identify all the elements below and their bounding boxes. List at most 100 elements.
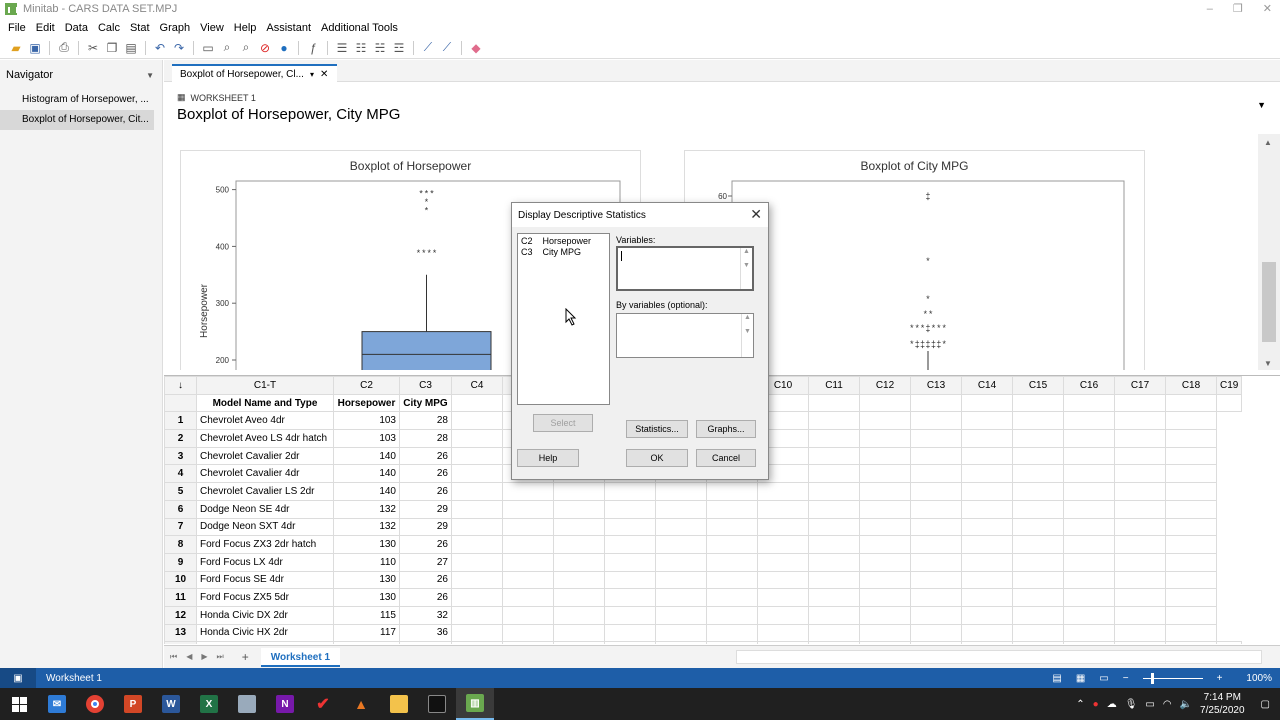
empty-cell[interactable] <box>604 623 656 643</box>
empty-cell[interactable] <box>757 499 809 519</box>
empty-cell[interactable] <box>757 588 809 607</box>
scroll-down-icon[interactable]: ▼ <box>1264 359 1272 368</box>
row-header[interactable]: 11 <box>164 588 197 607</box>
empty-cell[interactable] <box>706 641 758 644</box>
empty-cell[interactable] <box>1063 429 1115 448</box>
column-header[interactable]: C1-T <box>196 376 334 395</box>
empty-cell[interactable] <box>604 570 656 590</box>
empty-cell[interactable] <box>1012 411 1064 431</box>
empty-cell[interactable] <box>1114 552 1166 572</box>
empty-cell[interactable] <box>1063 411 1115 431</box>
empty-cell[interactable] <box>910 429 962 448</box>
tab-dropdown-icon[interactable]: ▾ <box>310 70 314 79</box>
microphone-icon[interactable]: 🎙 <box>1125 699 1138 710</box>
empty-cell[interactable] <box>757 623 809 643</box>
city-mpg-cell[interactable]: 28 <box>399 411 452 431</box>
empty-cell[interactable] <box>1012 588 1064 607</box>
column-header[interactable]: C13 <box>910 376 962 395</box>
empty-cell[interactable] <box>910 499 962 519</box>
empty-cell[interactable] <box>706 499 758 519</box>
navigator-chevron-down-icon[interactable]: ▼ <box>146 71 154 80</box>
empty-cell[interactable] <box>1165 570 1217 590</box>
city-mpg-cell[interactable]: 27 <box>399 552 452 572</box>
empty-cell[interactable] <box>757 517 809 537</box>
help-button[interactable]: Help <box>517 449 579 467</box>
empty-cell[interactable] <box>757 552 809 572</box>
column-name-cell[interactable]: Model Name and Type <box>196 393 334 413</box>
model-name-cell[interactable]: Honda Civic HX 2dr <box>196 623 334 643</box>
horsepower-cell[interactable]: 130 <box>333 588 400 607</box>
empty-cell[interactable] <box>706 605 758 625</box>
empty-cell[interactable] <box>859 517 911 537</box>
formula-icon[interactable]: ƒ <box>305 40 321 56</box>
row-header[interactable]: 4 <box>164 464 197 484</box>
powerpoint-icon[interactable]: P <box>114 688 152 720</box>
empty-cell[interactable] <box>961 411 1013 431</box>
model-name-cell[interactable]: Chevrolet Aveo LS 4dr hatch <box>196 429 334 448</box>
output-collapse-icon[interactable]: ▼ <box>1257 100 1266 110</box>
menu-stat[interactable]: Stat <box>130 22 150 34</box>
terminal-icon[interactable] <box>418 688 456 720</box>
horsepower-cell[interactable]: 140 <box>333 464 400 484</box>
empty-cell[interactable] <box>451 429 503 448</box>
empty-cell[interactable] <box>1063 623 1115 643</box>
model-name-cell[interactable]: Chevrolet Cavalier LS 2dr <box>196 482 334 501</box>
horsepower-cell[interactable]: 130 <box>333 535 400 554</box>
row-header[interactable]: 7 <box>164 517 197 537</box>
empty-cell[interactable] <box>1165 517 1217 537</box>
empty-cell[interactable] <box>604 535 656 554</box>
row-header[interactable]: 3 <box>164 446 197 466</box>
empty-cell[interactable] <box>706 535 758 554</box>
empty-cell[interactable] <box>910 552 962 572</box>
horsepower-cell[interactable]: 110 <box>333 552 400 572</box>
city-mpg-cell[interactable]: 26 <box>399 464 452 484</box>
empty-cell[interactable] <box>655 535 707 554</box>
menu-calc[interactable]: Calc <box>98 22 120 34</box>
city-mpg-cell[interactable]: 26 <box>399 588 452 607</box>
empty-cell[interactable] <box>961 570 1013 590</box>
empty-cell[interactable] <box>604 588 656 607</box>
model-name-cell[interactable]: Dodge Neon SE 4dr <box>196 499 334 519</box>
prev-sheet-icon[interactable]: ◀ <box>186 652 192 662</box>
empty-cell[interactable] <box>553 482 605 501</box>
column-header[interactable]: C16 <box>1063 376 1115 395</box>
empty-cell[interactable] <box>451 605 503 625</box>
variable-list[interactable]: C2 Horsepower C3 City MPG <box>517 233 610 405</box>
close-window-button[interactable]: ✕ <box>1263 0 1272 18</box>
word-icon[interactable]: W <box>152 688 190 720</box>
empty-cell[interactable] <box>502 482 554 501</box>
empty-cell[interactable] <box>859 570 911 590</box>
empty-cell[interactable] <box>655 482 707 501</box>
empty-cell[interactable] <box>859 535 911 554</box>
empty-cell[interactable] <box>451 570 503 590</box>
empty-cell[interactable] <box>859 588 911 607</box>
output-vertical-scrollbar[interactable]: ▲ ▼ <box>1258 134 1280 370</box>
empty-cell[interactable] <box>553 552 605 572</box>
empty-cell[interactable] <box>910 588 962 607</box>
zoom-slider[interactable] <box>1142 672 1203 684</box>
variable-item-city-mpg[interactable]: C3 City MPG <box>521 247 606 258</box>
empty-cell[interactable] <box>1063 588 1115 607</box>
empty-cell[interactable] <box>1012 552 1064 572</box>
column-name-cell[interactable] <box>808 393 860 413</box>
empty-cell[interactable] <box>961 641 1013 644</box>
empty-cell[interactable] <box>1063 570 1115 590</box>
empty-cell[interactable] <box>604 517 656 537</box>
empty-cell[interactable] <box>655 517 707 537</box>
empty-cell[interactable] <box>706 570 758 590</box>
empty-cell[interactable] <box>553 641 605 644</box>
help-icon[interactable]: ● <box>276 40 292 56</box>
chrome-icon[interactable] <box>76 688 114 720</box>
redo-icon[interactable]: ↷ <box>171 40 187 56</box>
empty-cell[interactable] <box>451 623 503 643</box>
column-name-cell[interactable] <box>1114 393 1166 413</box>
empty-cell[interactable] <box>451 499 503 519</box>
city-mpg-cell[interactable]: 32 <box>399 605 452 625</box>
empty-cell[interactable] <box>706 517 758 537</box>
empty-cell[interactable] <box>706 623 758 643</box>
empty-cell[interactable] <box>808 641 860 644</box>
empty-cell[interactable] <box>1012 641 1064 644</box>
notes-icon[interactable] <box>228 688 266 720</box>
empty-cell[interactable] <box>910 517 962 537</box>
empty-cell[interactable] <box>757 605 809 625</box>
